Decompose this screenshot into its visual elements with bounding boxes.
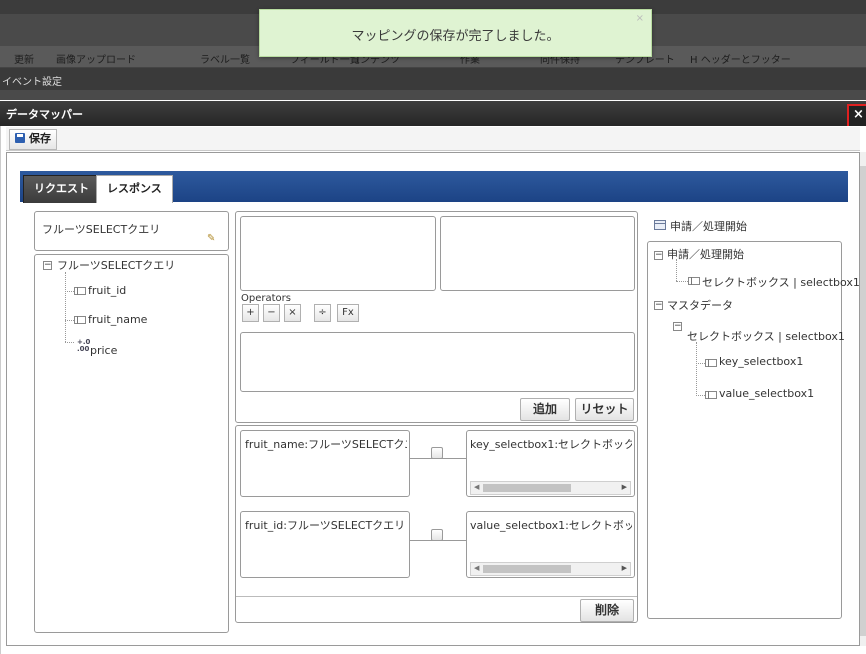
toast-message: マッピングの保存が完了しました。 bbox=[351, 29, 560, 44]
save-icon bbox=[15, 133, 25, 143]
source-query-name: フルーツSELECTクエリ bbox=[42, 223, 161, 236]
target-tree-root-2[interactable]: マスタデータ bbox=[667, 297, 733, 313]
reset-button[interactable]: リセット bbox=[575, 398, 634, 421]
delete-button[interactable]: 削除 bbox=[580, 599, 634, 622]
collapse-icon[interactable]: − bbox=[654, 301, 663, 310]
source-tree-root[interactable]: フルーツSELECTクエリ bbox=[57, 257, 175, 273]
target-header-label: 申請／処理開始 bbox=[670, 220, 747, 233]
scroll-left-icon[interactable]: ◀ bbox=[474, 483, 479, 491]
dialog-toolbar: 保存 bbox=[6, 127, 860, 151]
number-type-icon: +.0.00 bbox=[77, 338, 91, 353]
source-field-fruit-name[interactable]: fruit_name bbox=[88, 313, 147, 326]
background-event-label: イベント設定 bbox=[0, 68, 866, 90]
source-field-fruit-id[interactable]: fruit_id bbox=[88, 284, 126, 297]
tree-line bbox=[65, 342, 74, 343]
horizontal-scrollbar[interactable]: ◀ ▶ bbox=[470, 481, 631, 495]
field-icon bbox=[688, 277, 700, 285]
bg-menu-item: 画像アップロード bbox=[56, 55, 136, 66]
operators-label: Operators bbox=[241, 293, 291, 304]
toast-close-icon[interactable]: × bbox=[636, 13, 644, 24]
tree-line bbox=[696, 395, 705, 396]
mapping-source-text: fruit_name:フルーツSELECTクエリ bbox=[245, 438, 407, 451]
mapping-checkbox[interactable] bbox=[431, 447, 443, 459]
operator-plus-button[interactable]: + bbox=[242, 304, 259, 322]
save-button[interactable]: 保存 bbox=[9, 129, 57, 150]
expression-input[interactable] bbox=[240, 332, 635, 392]
scroll-thumb[interactable] bbox=[483, 484, 571, 492]
collapse-icon[interactable]: − bbox=[654, 251, 663, 260]
operator-minus-button[interactable]: − bbox=[263, 304, 280, 322]
tree-line bbox=[696, 363, 705, 364]
vertical-scrollbar[interactable] bbox=[860, 152, 866, 646]
tree-line bbox=[65, 272, 66, 342]
tab-response[interactable]: レスポンス bbox=[96, 175, 173, 203]
dialog-title: データマッパー bbox=[6, 108, 83, 121]
dialog-header: データマッパー × bbox=[0, 101, 866, 130]
source-selector[interactable]: フルーツSELECTクエリ ✎ bbox=[34, 211, 229, 251]
tree-line bbox=[696, 342, 697, 396]
bg-menu-item: 更新 bbox=[14, 55, 34, 66]
divider bbox=[236, 596, 637, 597]
bg-menu-item: H ヘッダーとフッター bbox=[690, 55, 791, 66]
mapping-source-text: fruit_id:フルーツSELECTクエリ bbox=[245, 519, 406, 532]
field-icon bbox=[705, 391, 717, 399]
source-tree-panel bbox=[34, 254, 229, 633]
mapping-target-box[interactable]: key_selectbox1:セレクトボックス | se ◀▶ bbox=[466, 430, 635, 497]
scroll-right-icon[interactable]: ▶ bbox=[622, 564, 627, 572]
field-icon bbox=[705, 359, 717, 367]
tab-bar: リクエスト レスポンス bbox=[20, 171, 848, 203]
tree-line bbox=[65, 291, 74, 292]
mapping-target-box[interactable]: value_selectbox1:セレクトボックス | ◀▶ bbox=[466, 511, 635, 578]
expression-source-box[interactable] bbox=[240, 216, 436, 291]
mapping-target-text: value_selectbox1:セレクトボックス | bbox=[470, 519, 632, 532]
collapse-icon[interactable]: − bbox=[673, 322, 682, 331]
scroll-thumb[interactable] bbox=[483, 565, 571, 573]
add-button[interactable]: 追加 bbox=[520, 398, 570, 421]
field-icon bbox=[74, 287, 86, 295]
mapping-checkbox[interactable] bbox=[431, 529, 443, 541]
operator-function-button[interactable]: Fx bbox=[337, 304, 359, 322]
target-tree-root-1-child[interactable]: セレクトボックス | selectbox1 bbox=[702, 274, 860, 290]
collapse-icon[interactable]: − bbox=[43, 261, 52, 270]
save-button-label: 保存 bbox=[29, 132, 51, 145]
target-header: 申請／処理開始 bbox=[645, 211, 845, 239]
horizontal-scrollbar[interactable]: ◀ ▶ bbox=[470, 562, 631, 576]
bg-menu-item: ラベル一覧 bbox=[200, 55, 250, 66]
mapping-target-text: key_selectbox1:セレクトボックス | se bbox=[470, 438, 632, 451]
operator-divide-button[interactable]: ÷ bbox=[314, 304, 331, 322]
form-icon bbox=[654, 220, 666, 230]
source-field-price[interactable]: price bbox=[90, 344, 117, 357]
target-field-value-selectbox1[interactable]: value_selectbox1 bbox=[719, 387, 814, 400]
target-tree-root-1[interactable]: 申請／処理開始 bbox=[667, 246, 744, 262]
scrollbar-thumb[interactable] bbox=[860, 166, 866, 636]
target-tree-root-2-child[interactable]: セレクトボックス | selectbox1 bbox=[687, 328, 845, 344]
edit-pencil-icon[interactable]: ✎ bbox=[207, 233, 215, 244]
scroll-right-icon[interactable]: ▶ bbox=[622, 483, 627, 491]
mapping-source-box[interactable]: fruit_name:フルーツSELECTクエリ bbox=[240, 430, 410, 497]
tab-request[interactable]: リクエスト bbox=[23, 175, 100, 203]
toast-notification: マッピングの保存が完了しました。 × bbox=[259, 9, 652, 57]
tree-line bbox=[676, 281, 688, 282]
mapping-source-box[interactable]: fruit_id:フルーツSELECTクエリ bbox=[240, 511, 410, 578]
target-field-key-selectbox1[interactable]: key_selectbox1 bbox=[719, 355, 803, 368]
expression-target-box[interactable] bbox=[440, 216, 635, 291]
scroll-left-icon[interactable]: ◀ bbox=[474, 564, 479, 572]
field-icon bbox=[74, 316, 86, 324]
tree-line bbox=[676, 259, 677, 281]
tree-line bbox=[65, 320, 74, 321]
operator-multiply-button[interactable]: × bbox=[284, 304, 301, 322]
